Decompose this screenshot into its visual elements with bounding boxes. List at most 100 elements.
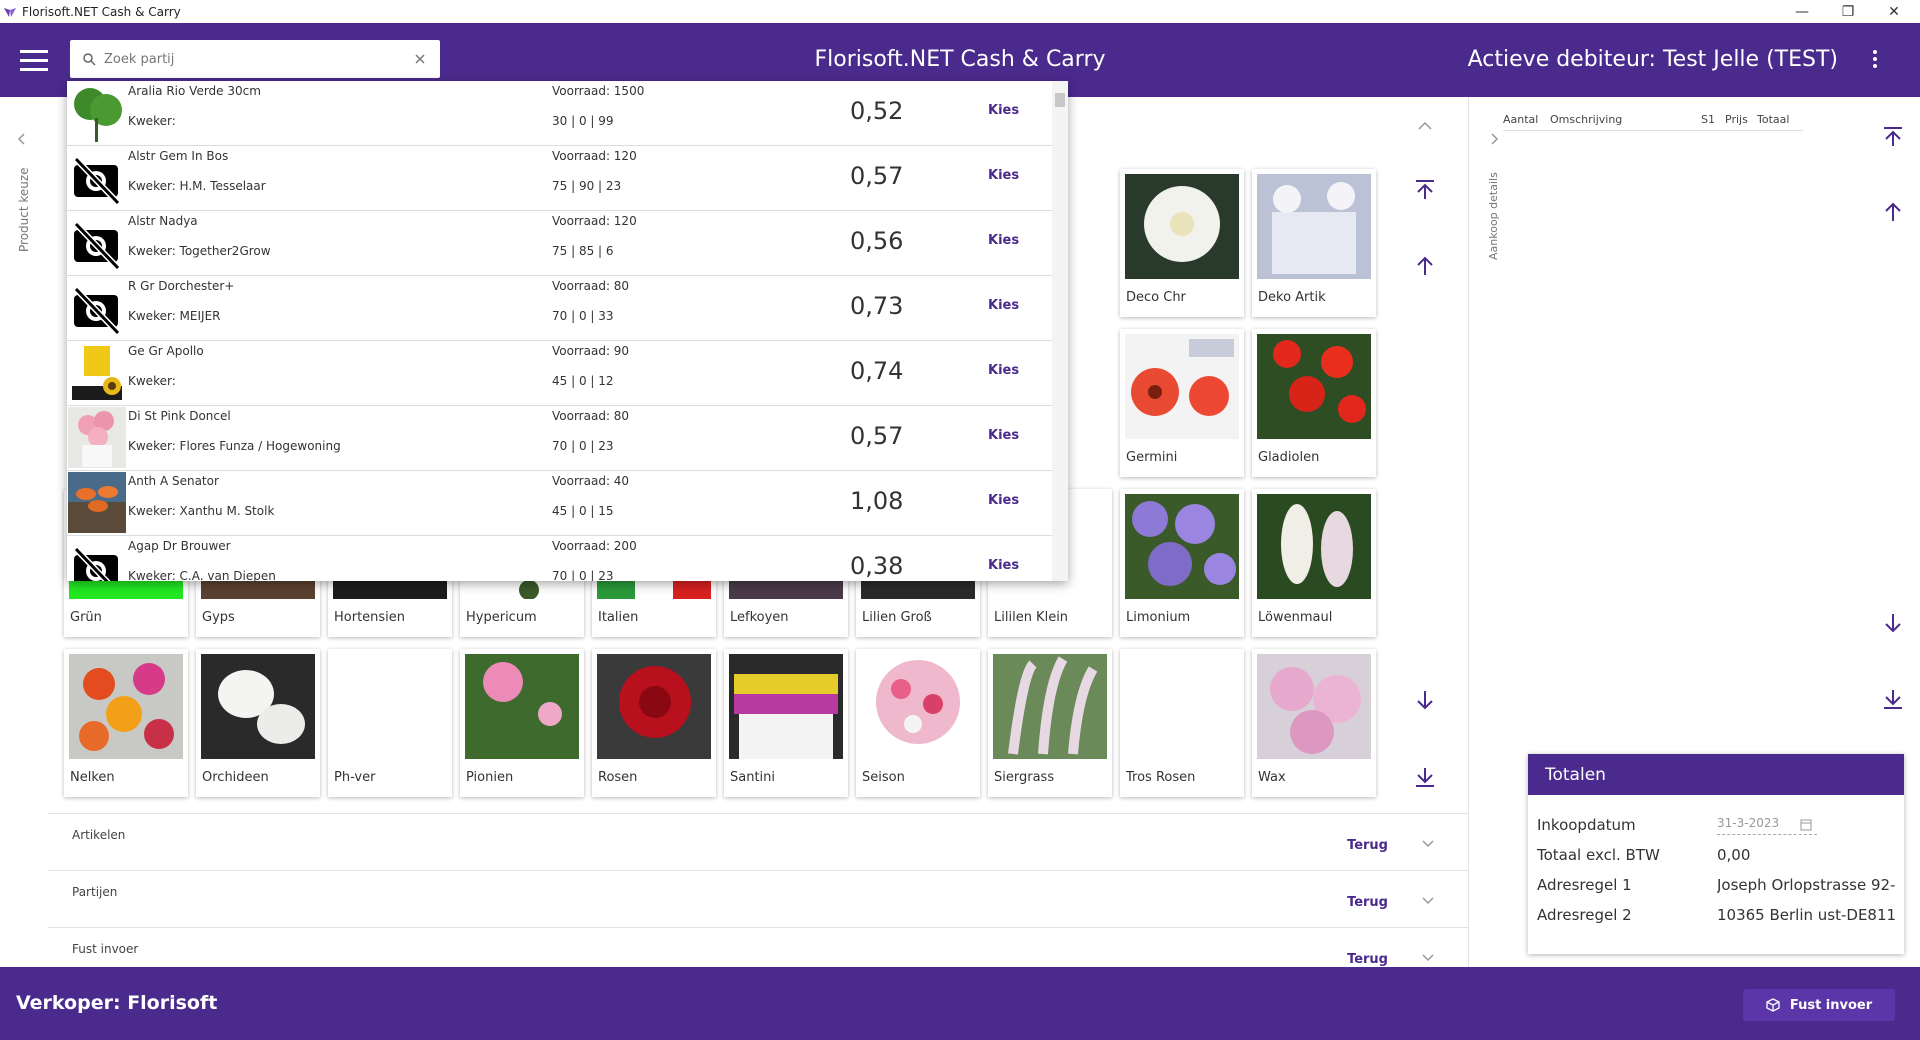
tile-label: Santini	[730, 770, 776, 785]
tile-image	[1125, 174, 1239, 279]
group-tile[interactable]: Deko Artik	[1252, 169, 1376, 317]
totals-title: Totalen	[1528, 754, 1904, 795]
tile-label: Siergrass	[994, 770, 1055, 785]
group-tile[interactable]: Santini	[724, 649, 848, 797]
close-window-button[interactable]: ✕	[1871, 0, 1917, 23]
kies-button[interactable]: Kies	[988, 363, 1019, 378]
scroll-up-icon[interactable]	[1413, 254, 1437, 278]
result-row[interactable]: Aralia Rio Verde 30cm Kweker: Voorraad: …	[67, 81, 1052, 146]
group-tile[interactable]: Rosen	[592, 649, 716, 797]
product-choice-label[interactable]: Product keuze	[17, 167, 31, 252]
quantities: 75 | 90 | 23	[552, 179, 622, 193]
no-image-icon	[68, 277, 126, 338]
result-row[interactable]: Ge Gr Apollo Kweker: Voorraad: 90 45 | 0…	[67, 341, 1052, 406]
scroll-top-icon[interactable]	[1413, 178, 1437, 202]
maximize-button[interactable]: ❐	[1825, 0, 1871, 23]
kies-button[interactable]: Kies	[988, 558, 1019, 573]
tile-image	[597, 654, 711, 759]
tile-label: Gyps	[202, 610, 235, 625]
tile-image	[1125, 494, 1239, 599]
totals-value: 0,00	[1717, 846, 1751, 864]
result-row[interactable]: Alstr Nadya Kweker: Together2Grow Voorra…	[67, 211, 1052, 276]
chevron-down-icon[interactable]	[1420, 836, 1436, 852]
clear-search-icon[interactable]	[414, 53, 426, 65]
product-name: Ge Gr Apollo	[128, 344, 204, 358]
calendar-icon[interactable]	[1800, 818, 1812, 831]
scroll-down-icon[interactable]	[1413, 688, 1437, 712]
quantities: 30 | 0 | 99	[552, 114, 614, 128]
quantities: 45 | 0 | 15	[552, 504, 614, 518]
group-tile[interactable]: Orchideen	[196, 649, 320, 797]
product-image	[68, 472, 126, 533]
result-row[interactable]: Alstr Gem In Bos Kweker: H.M. Tesselaar …	[67, 146, 1052, 211]
order-scroll-bottom-icon[interactable]	[1881, 687, 1905, 711]
fust-invoer-button[interactable]: Fust invoer	[1743, 989, 1895, 1021]
result-row[interactable]: R Gr Dorchester+ Kweker: MEIJER Voorraad…	[67, 276, 1052, 341]
section-artikelen[interactable]: Artikelen Terug	[48, 813, 1468, 870]
result-row[interactable]: Di St Pink Doncel Kweker: Flores Funza /…	[67, 406, 1052, 471]
search-input[interactable]	[104, 51, 394, 67]
group-tile[interactable]: Deco Chr	[1120, 169, 1244, 317]
scrollbar-thumb[interactable]	[1055, 93, 1065, 107]
totals-label: Adresregel 1	[1537, 876, 1632, 894]
grower: Kweker: MEIJER	[128, 309, 221, 323]
collapse-left-icon[interactable]	[17, 133, 27, 145]
col-totaal: Totaal	[1757, 113, 1790, 126]
section-fust-invoer[interactable]: Fust invoer Terug	[48, 927, 1468, 967]
tile-image	[1125, 334, 1239, 439]
tile-image	[993, 654, 1107, 759]
group-tile[interactable]: Seison	[856, 649, 980, 797]
group-tile[interactable]: Tros Rosen	[1120, 649, 1244, 797]
group-tile[interactable]: Nelken	[64, 649, 188, 797]
group-tile[interactable]: Wax	[1252, 649, 1376, 797]
menu-icon[interactable]	[20, 50, 48, 71]
kies-button[interactable]: Kies	[988, 103, 1019, 118]
back-button[interactable]: Terug	[1347, 838, 1388, 853]
kies-button[interactable]: Kies	[988, 298, 1019, 313]
collapse-up-icon[interactable]	[1417, 118, 1433, 134]
chevron-down-icon[interactable]	[1420, 893, 1436, 909]
product-name: Di St Pink Doncel	[128, 409, 231, 423]
stock: Voorraad: 200	[552, 539, 637, 553]
collapse-right-icon[interactable]	[1489, 133, 1499, 145]
result-row[interactable]: Agap Dr Brouwer Kweker: C.A. van Diepen …	[67, 536, 1052, 581]
group-tile[interactable]: Siergrass	[988, 649, 1112, 797]
tile-label: Hypericum	[466, 610, 537, 625]
seller-value: Florisoft	[127, 992, 218, 1014]
stock: Voorraad: 120	[552, 214, 637, 228]
group-tile[interactable]: Germini	[1120, 329, 1244, 477]
group-tile[interactable]: Gladiolen	[1252, 329, 1376, 477]
result-row[interactable]: Anth A Senator Kweker: Xanthu M. Stolk V…	[67, 471, 1052, 536]
tile-label: Pionien	[466, 770, 514, 785]
chevron-down-icon[interactable]	[1420, 950, 1436, 966]
dropdown-scrollbar[interactable]	[1052, 81, 1068, 581]
scroll-bottom-icon[interactable]	[1413, 765, 1437, 789]
order-scroll-top-icon[interactable]	[1881, 125, 1905, 149]
grower: Kweker: Flores Funza / Hogewoning	[128, 439, 341, 453]
totals-label: Totaal excl. BTW	[1537, 846, 1660, 864]
back-button[interactable]: Terug	[1347, 895, 1388, 910]
group-tile[interactable]: Pionien	[460, 649, 584, 797]
kies-button[interactable]: Kies	[988, 168, 1019, 183]
group-tile[interactable]: Limonium	[1120, 489, 1244, 637]
stock: Voorraad: 40	[552, 474, 630, 488]
kies-button[interactable]: Kies	[988, 428, 1019, 443]
section-partijen[interactable]: Partijen Terug	[48, 870, 1468, 927]
back-button[interactable]: Terug	[1347, 952, 1388, 967]
kies-button[interactable]: Kies	[988, 493, 1019, 508]
tile-label: Lilien Groß	[862, 610, 932, 625]
stock: Voorraad: 90	[552, 344, 630, 358]
kies-button[interactable]: Kies	[988, 233, 1019, 248]
price: 0,74	[850, 357, 904, 385]
purchase-details-label[interactable]: Aankoop details	[1487, 172, 1500, 260]
group-tile[interactable]: Löwenmaul	[1252, 489, 1376, 637]
more-options-icon[interactable]	[1870, 47, 1880, 71]
tile-label: Deko Artik	[1258, 290, 1326, 305]
stock: Voorraad: 120	[552, 149, 637, 163]
order-scroll-up-icon[interactable]	[1881, 200, 1905, 224]
tile-image	[201, 654, 315, 759]
minimize-button[interactable]: —	[1779, 0, 1825, 23]
grower: Kweker: C.A. van Diepen	[128, 569, 276, 581]
group-tile[interactable]: Ph-ver	[328, 649, 452, 797]
order-scroll-down-icon[interactable]	[1881, 611, 1905, 635]
